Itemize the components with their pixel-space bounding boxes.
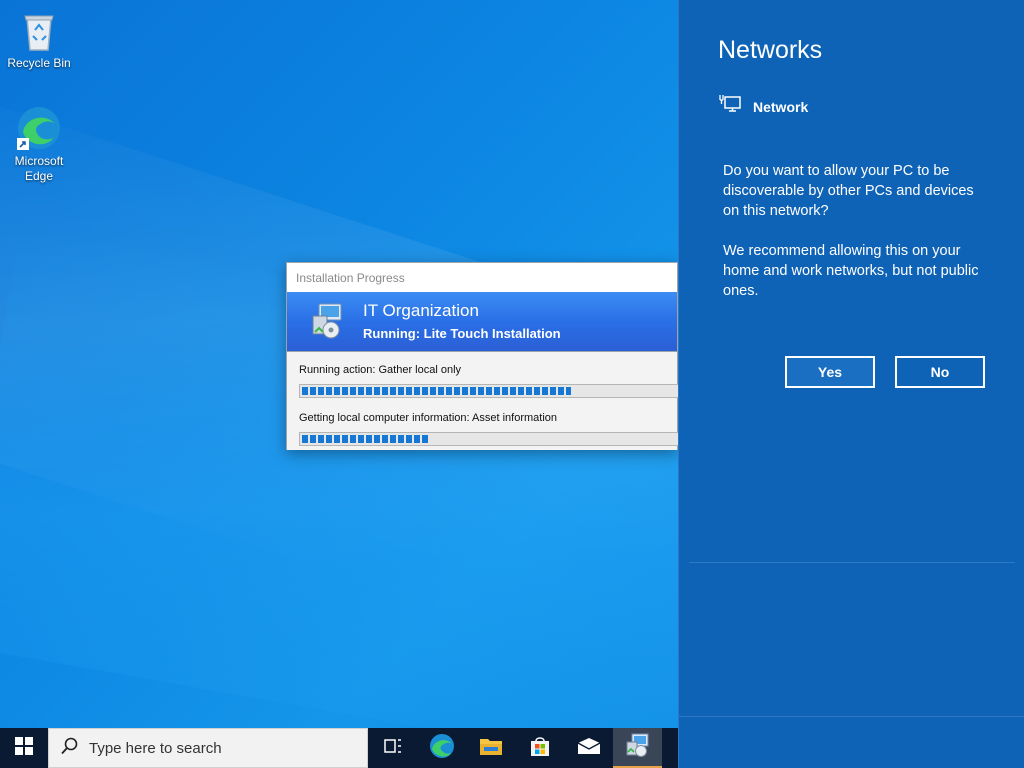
window-title: Installation Progress: [287, 263, 677, 292]
action-progress-bar: [299, 384, 679, 398]
info-progress-bar: [299, 432, 679, 446]
mail-button[interactable]: [564, 728, 613, 768]
no-button[interactable]: No: [895, 356, 985, 388]
file-explorer-button[interactable]: [466, 728, 515, 768]
discoverable-recommendation: We recommend allowing this on your home …: [723, 243, 979, 299]
discoverable-question: Do you want to allow your PC to be disco…: [723, 163, 974, 219]
progress-body: Running action: Gather local only Gettin…: [287, 352, 679, 450]
start-button[interactable]: [0, 728, 48, 768]
start-icon: [15, 736, 33, 760]
file-explorer-icon: [479, 736, 503, 761]
info-progress-fill: [302, 435, 430, 443]
deployment-wizard-button[interactable]: [613, 728, 662, 768]
taskbar-search-box[interactable]: Type here to search: [48, 728, 368, 768]
taskbar-edge-button[interactable]: [417, 728, 466, 768]
organization-banner: IT Organization Running: Lite Touch Inst…: [287, 292, 677, 352]
network-entry[interactable]: Network: [719, 94, 808, 119]
divider: [689, 562, 1015, 563]
yes-button[interactable]: Yes: [785, 356, 875, 388]
action-label: Running action: Gather local only: [299, 364, 462, 376]
task-view-button[interactable]: [368, 728, 417, 768]
action-progress-fill: [302, 387, 572, 395]
store-button[interactable]: [515, 728, 564, 768]
deployment-computer-icon: [309, 302, 347, 340]
recycle-bin-label: Recycle Bin: [7, 56, 71, 70]
mail-icon: [577, 737, 601, 760]
recycle-bin-icon: [15, 6, 63, 54]
networks-title: Networks: [718, 36, 823, 64]
divider: [679, 716, 1024, 717]
desktop-icon-recycle-bin[interactable]: Recycle Bin: [4, 6, 74, 71]
organization-name: IT Organization: [363, 301, 479, 320]
running-task: Running: Lite Touch Installation: [363, 326, 561, 341]
ethernet-icon: [719, 94, 741, 119]
discoverable-prompt: Do you want to allow your PC to be disco…: [723, 161, 993, 321]
search-placeholder: Type here to search: [89, 739, 222, 757]
edge-label-line1: Microsoft: [14, 154, 64, 168]
search-icon: [61, 737, 79, 760]
edge-icon: [15, 104, 63, 152]
edge-label-line2: Edge: [24, 169, 54, 183]
edge-icon: [429, 733, 455, 764]
desktop-icon-microsoft-edge[interactable]: Microsoft Edge: [4, 104, 74, 184]
deployment-icon: [625, 732, 651, 763]
task-view-icon: [383, 737, 403, 760]
network-name: Network: [753, 98, 809, 115]
installation-progress-window[interactable]: Installation Progress IT Organization Ru…: [286, 262, 679, 450]
taskbar: Type here to search: [0, 728, 678, 768]
info-label: Getting local computer information: Asse…: [299, 412, 558, 424]
networks-flyout: Networks Network Do you want to allow yo…: [678, 0, 1024, 768]
store-icon: [529, 735, 551, 762]
